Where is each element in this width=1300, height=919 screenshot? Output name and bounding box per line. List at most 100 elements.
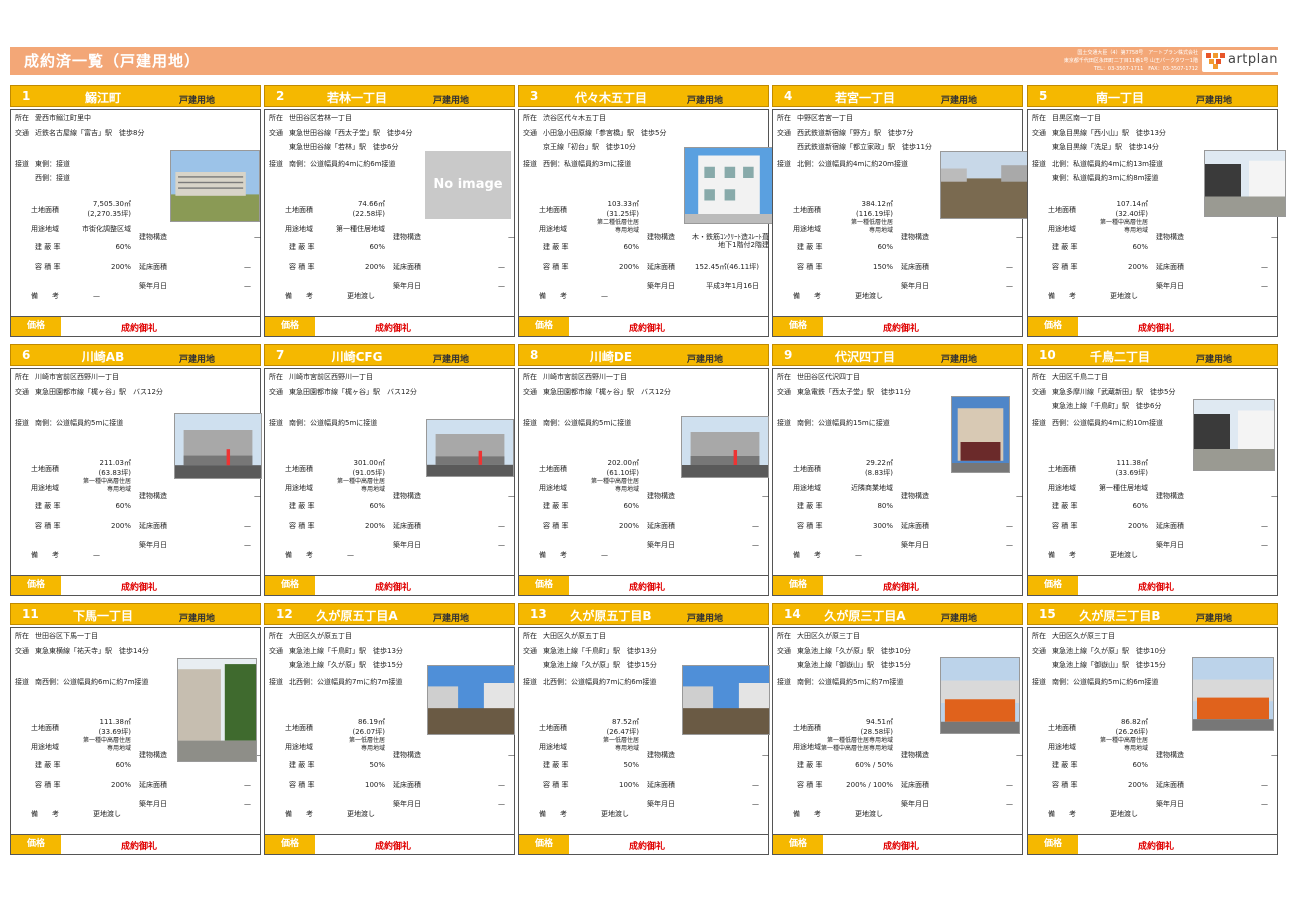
traffic-line: 東急多摩川線「武蔵新田」駅 徒歩5分 <box>1052 388 1176 396</box>
coverage-value: 50% <box>623 761 639 769</box>
land-area-tsubo: (8.83坪) <box>864 469 893 477</box>
remarks-value: 更地渡し <box>1110 292 1138 300</box>
remarks-value: 更地渡し <box>855 292 883 300</box>
structure-label: 建物構造 <box>647 492 675 500</box>
card-type: 戸建用地 <box>687 355 724 365</box>
price-label: 価格 <box>519 835 569 854</box>
land-area-value: 111.38㎡ <box>99 718 132 726</box>
zoning-value: 市街化調整区域 <box>82 225 131 233</box>
remarks-label: 備 考 <box>793 551 821 559</box>
remarks-label: 備 考 <box>31 551 59 559</box>
address-value: 大田区久が原三丁目 <box>1052 632 1115 640</box>
price-label: 価格 <box>11 317 61 336</box>
property-card[interactable]: 8 川崎DE 戸建用地 所在 川崎市宮前区西野川一丁目 交通 東急田園都市線「梶ヶ谷」駅 バ… <box>518 344 769 596</box>
address-label: 所在 <box>15 114 29 122</box>
card-number: 15 <box>1039 607 1056 621</box>
card-type: 戸建用地 <box>687 96 724 106</box>
price-label: 価格 <box>773 317 823 336</box>
zoning-value-2: 専用地域 <box>868 227 893 234</box>
property-photo[interactable] <box>427 665 515 735</box>
property-card[interactable]: 14 久が原三丁目A 戸建用地 所在 大田区久が原三丁目 交通 東急池上線「久が原」駅 徒歩… <box>772 603 1023 855</box>
built-label: 築年月日 <box>647 282 675 290</box>
property-card[interactable]: 3 代々木五丁目 戸建用地 所在 渋谷区代々木五丁目 交通 小田急小田原線「参宮橋」駅 徒歩… <box>518 85 774 337</box>
traffic-line: 東急目黒線「西小山」駅 徒歩13分 <box>1052 129 1166 137</box>
road-line: 南側：公道幅員約15mに接道 <box>797 419 890 427</box>
zoning-value: 第一種中高層住居 <box>336 478 385 485</box>
property-photo[interactable] <box>177 658 257 762</box>
built-value: — <box>1261 282 1268 290</box>
zoning-value-2: 専用地域 <box>614 227 639 234</box>
price-label: 価格 <box>773 835 823 854</box>
property-photo[interactable] <box>174 413 262 479</box>
property-card[interactable]: 2 若林一丁目 戸建用地 所在 世田谷区若林一丁目 交通 東急世田谷線「西太子堂」駅 徒歩4… <box>264 85 515 337</box>
card-type: 戸建用地 <box>433 355 470 365</box>
built-label: 築年月日 <box>901 541 929 549</box>
property-photo[interactable] <box>682 665 770 735</box>
land-area-value: 87.52㎡ <box>611 718 639 726</box>
property-card[interactable]: 1 鰯江町 戸建用地 所在 愛西市鰯江町里中 交通 近鉄名古屋線「富吉」駅 徒歩8分 接道 東側… <box>10 85 261 337</box>
property-card[interactable]: 11 下馬一丁目 戸建用地 所在 世田谷区下馬一丁目 交通 東急東横線「祐天寺」駅 徒歩14… <box>10 603 261 855</box>
structure-value: — <box>254 233 261 241</box>
road-label: 接道 <box>1032 419 1046 427</box>
remarks-label: 備 考 <box>539 292 567 300</box>
property-photo[interactable] <box>1192 657 1274 731</box>
land-area-label: 土地面積 <box>285 465 313 473</box>
road-line: 南側：公道幅員約5mに接道 <box>543 419 632 427</box>
address-value: 川崎市宮前区西野川一丁目 <box>289 373 373 381</box>
coverage-label: 建 蔽 率 <box>1052 761 1078 769</box>
property-photo[interactable] <box>684 147 774 224</box>
card-title: 南一丁目 <box>1095 91 1144 105</box>
property-card[interactable]: 4 若宮一丁目 戸建用地 所在 中野区若宮一丁目 交通 西武鉄道新宿線「野方」駅 徒歩7分西… <box>772 85 1028 337</box>
property-photo[interactable] <box>1193 399 1275 471</box>
traffic-line: 東急電鉄「西太子堂」駅 徒歩11分 <box>797 388 911 396</box>
artplan-logo: artplan <box>1202 50 1282 72</box>
property-card[interactable]: 6 川崎AB 戸建用地 所在 川崎市宮前区西野川一丁目 交通 東急田園都市線「梶ヶ谷」駅 バ… <box>10 344 262 596</box>
property-photo[interactable] <box>426 419 514 477</box>
logo-mark-icon <box>1206 53 1225 69</box>
built-label: 築年月日 <box>139 541 167 549</box>
property-photo[interactable] <box>951 396 1010 473</box>
structure-value: — <box>762 492 769 500</box>
card-number: 8 <box>530 348 539 362</box>
property-photo[interactable] <box>940 657 1020 734</box>
property-photo[interactable] <box>940 151 1028 219</box>
floor-area-label: 延床面積 <box>901 781 929 789</box>
floor-area-value: — <box>244 263 251 271</box>
land-area-value: 7,505.30㎡ <box>92 200 131 208</box>
coverage-value: 60% <box>623 502 639 510</box>
property-card[interactable]: 9 代沢四丁目 戸建用地 所在 世田谷区代沢四丁目 交通 東急電鉄「西太子堂」駅 徒歩11分… <box>772 344 1023 596</box>
remarks-value: — <box>601 551 608 559</box>
property-photo[interactable] <box>1204 150 1286 217</box>
price-label: 価格 <box>265 317 315 336</box>
structure-value: — <box>508 233 515 241</box>
structure-value: — <box>508 751 515 759</box>
property-photo[interactable] <box>681 416 769 478</box>
built-value: — <box>498 541 505 549</box>
card-details: 所在 大田区久が原三丁目 交通 東急池上線「久が原」駅 徒歩10分 東急池上線「御嶽山」… <box>772 627 1023 835</box>
property-card[interactable]: 7 川崎CFG 戸建用地 所在 川崎市宮前区西野川一丁目 交通 東急田園都市線「梶ヶ谷」駅 … <box>264 344 515 596</box>
traffic-label: 交通 <box>15 647 29 655</box>
traffic-label: 交通 <box>1032 388 1046 396</box>
land-area-label: 土地面積 <box>285 724 313 732</box>
zoning-value-2: 第一種中高層住居専用地域 <box>820 745 893 752</box>
property-card[interactable]: 15 久が原三丁目B 戸建用地 所在 大田区久が原三丁目 交通 東急池上線「久が原」駅 徒歩… <box>1027 603 1278 855</box>
address-label: 所在 <box>523 373 537 381</box>
coverage-label: 建 蔽 率 <box>289 761 315 769</box>
traffic-line: 東急田園都市線「梶ヶ谷」駅 バス12分 <box>543 388 671 396</box>
price-label: 価格 <box>265 576 315 595</box>
traffic-line: 近鉄名古屋線「富吉」駅 徒歩8分 <box>35 129 145 137</box>
property-card[interactable]: 12 久が原五丁目A 戸建用地 所在 大田区久が原五丁目 交通 東急池上線「千鳥町」駅 徒歩… <box>264 603 515 855</box>
property-photo[interactable] <box>170 150 260 222</box>
property-card[interactable]: 10 千鳥二丁目 戸建用地 所在 大田区千鳥二丁目 交通 東急多摩川線「武蔵新田」駅 徒歩5… <box>1027 344 1278 596</box>
built-value: — <box>1261 541 1268 549</box>
property-card[interactable]: 13 久が原五丁目B 戸建用地 所在 大田区久が原五丁目 交通 東急池上線「千鳥町」駅 徒歩… <box>518 603 770 855</box>
land-area-tsubo: (63.83坪) <box>98 469 131 477</box>
remarks-label: 備 考 <box>793 292 821 300</box>
floor-area-value: 152.45㎡(46.11坪) <box>695 263 759 271</box>
address-value: 川崎市宮前区西野川一丁目 <box>35 373 119 381</box>
traffic-line: 東急池上線「久が原」駅 徒歩10分 <box>1052 647 1166 655</box>
remarks-label: 備 考 <box>31 292 59 300</box>
traffic-line: 京王線「初台」駅 徒歩10分 <box>543 143 636 151</box>
property-card[interactable]: 5 南一丁目 戸建用地 所在 目黒区南一丁目 交通 東急目黒線「西小山」駅 徒歩13分 東急目… <box>1027 85 1286 337</box>
zoning-value: 第一種住居地域 <box>336 225 385 233</box>
